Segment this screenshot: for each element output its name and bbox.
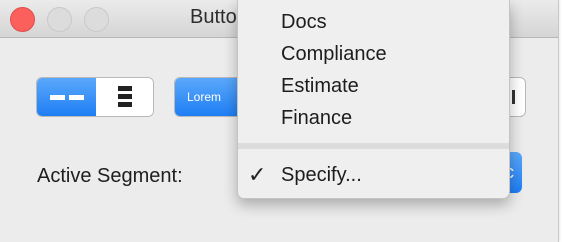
view-mode-segmented-control <box>36 77 154 117</box>
minimize-window-button[interactable] <box>47 7 72 32</box>
menu-item-specify[interactable]: ✓ Specify... <box>238 159 509 191</box>
close-window-button[interactable] <box>10 7 35 32</box>
menu-item-estimate[interactable]: Estimate <box>238 70 509 102</box>
checkmark-icon: ✓ <box>248 162 267 187</box>
active-segment-label: Active Segment: <box>37 165 183 187</box>
menu-item-label: Specify... <box>281 164 362 186</box>
columns-icon <box>50 95 84 100</box>
popup-menu: Docs Compliance Estimate Finance ✓ Speci… <box>237 0 510 199</box>
list-icon <box>118 86 132 108</box>
window-title: Butto <box>190 6 237 28</box>
zoom-window-button[interactable] <box>84 7 109 32</box>
menu-item-docs[interactable]: Docs <box>238 6 509 38</box>
menu-item-label: Finance <box>281 107 353 129</box>
segment-trailing-mark <box>512 90 515 104</box>
menu-item-compliance[interactable]: Compliance <box>238 38 509 70</box>
menu-item-finance[interactable]: Finance <box>238 102 509 134</box>
segment-lorem[interactable]: Lorem <box>175 78 237 116</box>
segment-columns[interactable] <box>37 78 96 116</box>
menu-item-label: Estimate <box>281 75 359 97</box>
menu-separator <box>238 143 509 149</box>
menu-item-label: Compliance <box>281 43 387 65</box>
segment-list[interactable] <box>96 78 153 116</box>
menu-item-label: Docs <box>281 11 327 33</box>
